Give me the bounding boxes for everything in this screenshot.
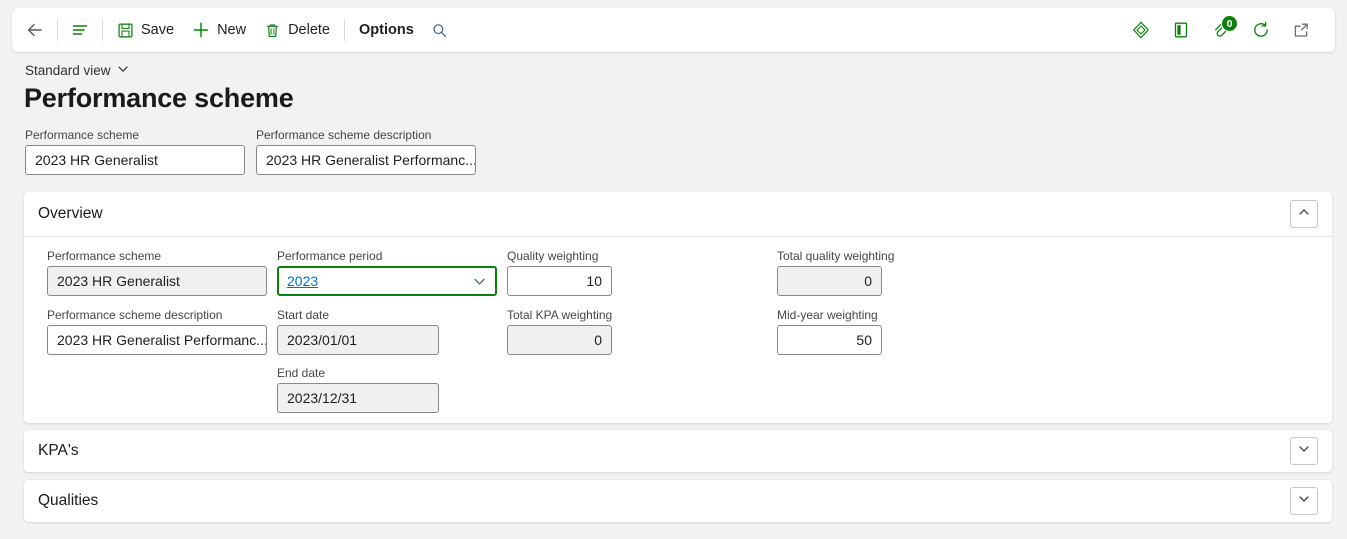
overview-field-start-date: Start date 2023/01/01 [277, 308, 439, 355]
overview-field-total-quality-weighting: Total quality weighting 0 [777, 249, 894, 296]
overview-performance-period-dropdown[interactable]: 2023 [277, 266, 497, 296]
hamburger-icon [71, 21, 89, 39]
overview-field-grid: Performance scheme 2023 HR Generalist Pe… [36, 249, 1318, 419]
section-overview: Overview Performance scheme 2023 HR Gene… [24, 192, 1332, 423]
chevron-up-icon [1297, 205, 1311, 224]
save-button[interactable]: Save [108, 14, 183, 46]
page-title: Performance scheme [24, 83, 294, 113]
field-label: Performance period [277, 249, 383, 263]
header-performance-scheme-description-input[interactable]: 2023 HR Generalist Performanc... [256, 145, 476, 175]
open-in-new-window-button[interactable] [1281, 14, 1321, 46]
overview-end-date-input: 2023/12/31 [277, 383, 439, 413]
attachments-button[interactable]: 0 [1201, 14, 1241, 46]
field-label: Performance scheme description [256, 128, 432, 142]
book-icon [1171, 20, 1191, 40]
field-label: Total KPA weighting [507, 308, 613, 322]
back-arrow-icon [26, 21, 44, 39]
delete-button[interactable]: Delete [255, 14, 339, 46]
field-label: Quality weighting [507, 249, 599, 263]
chevron-down-icon [1297, 442, 1311, 461]
field-label: Total quality weighting [777, 249, 895, 263]
refresh-button[interactable] [1241, 14, 1281, 46]
section-kpas-title: KPA's [38, 442, 79, 459]
chevron-down-icon [117, 63, 129, 78]
overview-start-date-input: 2023/01/01 [277, 325, 439, 355]
section-overview-collapse-button[interactable] [1290, 200, 1318, 228]
field-label: Mid-year weighting [777, 308, 878, 322]
overview-field-total-kpa-weighting: Total KPA weighting 0 [507, 308, 612, 355]
options-button[interactable]: Options [350, 14, 423, 46]
overview-total-kpa-weighting-input: 0 [507, 325, 612, 355]
new-button[interactable]: New [183, 14, 255, 46]
plus-icon [192, 21, 210, 39]
field-label: End date [277, 366, 326, 380]
view-selector-label: Standard view [25, 63, 111, 78]
field-label: Performance scheme [47, 249, 162, 263]
section-overview-title: Overview [38, 205, 103, 222]
chevron-down-icon[interactable] [472, 274, 487, 289]
section-qualities-header[interactable]: Qualities [24, 480, 1332, 522]
section-overview-header[interactable]: Overview [24, 192, 1332, 236]
attachments-badge-holder: 0 [1211, 15, 1238, 40]
chevron-down-icon [1297, 492, 1311, 511]
overview-field-quality-weighting: Quality weighting 10 [507, 249, 612, 296]
overview-total-quality-weighting-input: 0 [777, 266, 882, 296]
overview-quality-weighting-input[interactable]: 10 [507, 266, 612, 296]
performance-period-value[interactable]: 2023 [287, 268, 318, 294]
header-performance-scheme-input[interactable]: 2023 HR Generalist [25, 145, 245, 175]
attachments-count-badge: 0 [1221, 15, 1238, 32]
header-field-performance-scheme: Performance scheme 2023 HR Generalist [25, 128, 245, 175]
field-label: Start date [277, 308, 330, 322]
overview-field-end-date: End date 2023/12/31 [277, 366, 439, 413]
save-icon [117, 22, 134, 39]
office-diamond-icon [1131, 20, 1151, 40]
header-field-performance-scheme-description: Performance scheme description 2023 HR G… [256, 128, 476, 175]
power-bi-button[interactable] [1161, 14, 1201, 46]
navigation-menu-button[interactable] [63, 14, 97, 46]
command-bar: Save New Delete Options 0 [12, 8, 1335, 52]
overview-field-performance-period: Performance period 2023 [277, 249, 497, 296]
overview-field-mid-year-weighting: Mid-year weighting 50 [777, 308, 882, 355]
refresh-icon [1251, 20, 1271, 40]
view-selector[interactable]: Standard view [25, 63, 129, 78]
section-overview-body: Performance scheme 2023 HR Generalist Pe… [24, 237, 1332, 435]
section-qualities-expand-button[interactable] [1290, 487, 1318, 515]
overview-field-performance-scheme: Performance scheme 2023 HR Generalist [47, 249, 267, 296]
save-button-label: Save [141, 22, 175, 38]
command-bar-left-group: Save New Delete Options [12, 8, 456, 52]
trash-icon [264, 22, 281, 39]
options-button-label: Options [359, 22, 414, 38]
search-button[interactable] [423, 14, 456, 46]
command-bar-right-group: 0 [1121, 8, 1335, 52]
toolbar-divider-1 [57, 19, 58, 41]
overview-performance-scheme-input: 2023 HR Generalist [47, 266, 267, 296]
overview-mid-year-weighting-input[interactable]: 50 [777, 325, 882, 355]
section-kpas-expand-button[interactable] [1290, 437, 1318, 465]
field-label: Performance scheme description [47, 308, 223, 322]
section-qualities-title: Qualities [38, 492, 99, 509]
overview-performance-scheme-description-input[interactable]: 2023 HR Generalist Performanc... [47, 325, 267, 355]
toolbar-divider-3 [344, 19, 345, 41]
back-button[interactable] [18, 14, 52, 46]
office-apps-button[interactable] [1121, 14, 1161, 46]
delete-button-label: Delete [288, 22, 330, 38]
field-label: Performance scheme [25, 128, 140, 142]
header-fields: Performance scheme 2023 HR Generalist Pe… [25, 128, 476, 175]
popout-icon [1291, 20, 1311, 40]
section-kpas-header[interactable]: KPA's [24, 430, 1332, 472]
overview-field-performance-scheme-description: Performance scheme description 2023 HR G… [47, 308, 267, 355]
toolbar-divider-2 [102, 19, 103, 41]
search-icon [431, 22, 448, 39]
section-kpas: KPA's [24, 430, 1332, 472]
new-button-label: New [217, 22, 247, 38]
section-qualities: Qualities [24, 480, 1332, 522]
